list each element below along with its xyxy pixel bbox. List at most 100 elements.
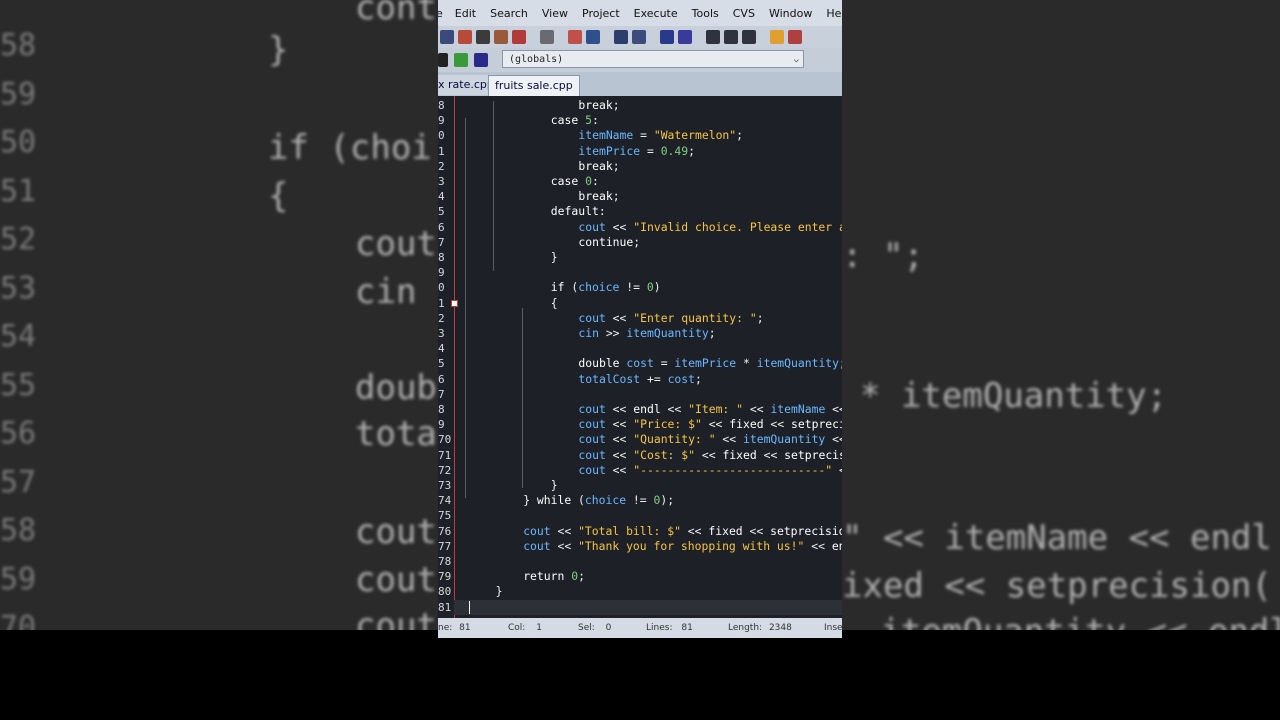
background-line-number: 59 bbox=[0, 561, 37, 597]
indent-guide bbox=[522, 308, 523, 488]
code-text: return 0; bbox=[523, 569, 585, 584]
tab-fruits-sale-cpp[interactable]: fruits sale.cpp bbox=[488, 75, 580, 96]
background-code-right: : "; * itemQuantity; " << itemName << endl… bbox=[842, 0, 1280, 720]
ide-window: e Edit Search View Project Execute Tools CVS Win… bbox=[438, 0, 842, 720]
background-line-number: 59 bbox=[0, 76, 37, 112]
background-line-number: 50 bbox=[0, 125, 37, 160]
line-number: 8 bbox=[438, 403, 445, 416]
background-line-number: 55 bbox=[0, 367, 37, 403]
code-editor[interactable]: 8 break; 9 case 5: 0 itemName = "Watermelon";… bbox=[438, 96, 842, 618]
status-length: Length: 2348 bbox=[728, 623, 792, 633]
compile-icon[interactable] bbox=[770, 30, 784, 44]
line-number: 81 bbox=[438, 600, 452, 614]
background-shadow bbox=[0, 630, 438, 720]
code-text: break; bbox=[578, 98, 620, 112]
run-icon[interactable] bbox=[788, 30, 802, 44]
fold-toggle-icon[interactable] bbox=[451, 299, 458, 307]
code-text: case 5: bbox=[550, 113, 599, 128]
background-line-number: 52 bbox=[0, 222, 37, 257]
background-code-line: doub bbox=[355, 368, 437, 408]
unindent-icon[interactable] bbox=[678, 30, 692, 44]
line-number: 2 bbox=[438, 311, 445, 325]
find-icon[interactable] bbox=[614, 30, 628, 44]
bookmark-forward-icon[interactable] bbox=[724, 30, 738, 44]
menu-item-cvs[interactable]: CVS bbox=[733, 7, 755, 20]
code-text: } bbox=[550, 478, 558, 492]
line-number: 4 bbox=[438, 190, 445, 204]
menu-item-view[interactable]: View bbox=[542, 7, 568, 20]
code-text: cout << "Total bill: $" << fixed << setp… bbox=[523, 523, 842, 538]
status-line: ne: 81 bbox=[438, 623, 471, 633]
code-text: itemPrice = 0.49; bbox=[578, 143, 695, 158]
line-number: 77 bbox=[438, 539, 452, 553]
line-number: 2 bbox=[438, 159, 445, 173]
chevron-down-icon: ⌵ bbox=[793, 55, 799, 65]
code-text: double cost = itemPrice * itemQuantity; bbox=[578, 356, 842, 371]
line-number: 73 bbox=[438, 479, 452, 492]
add-icon[interactable] bbox=[454, 53, 468, 67]
current-line-highlight bbox=[454, 599, 842, 615]
code-text: cin >> itemQuantity; bbox=[578, 326, 716, 340]
code-text: cout << "Invalid choice. Please enter a … bbox=[578, 219, 842, 234]
project-icon[interactable] bbox=[438, 53, 448, 67]
status-lines: Lines: 81 bbox=[646, 623, 693, 633]
close-icon[interactable] bbox=[512, 30, 526, 44]
replace-icon[interactable] bbox=[632, 30, 646, 44]
background-code-line: : "; bbox=[842, 236, 924, 276]
toolbar-separator bbox=[650, 30, 656, 44]
line-number: 7 bbox=[438, 235, 445, 249]
menu-bar: e Edit Search View Project Execute Tools CVS Win… bbox=[438, 0, 842, 26]
background-code-line: if (choi bbox=[268, 128, 432, 168]
line-number: 7 bbox=[438, 387, 445, 401]
line-number: 70 bbox=[438, 433, 452, 447]
background-blur-left: 585950515253545556575859707172cont}if (c… bbox=[0, 0, 438, 720]
background-code-line: cout bbox=[355, 512, 437, 552]
save-icon[interactable] bbox=[476, 30, 490, 44]
background-line-number: 53 bbox=[0, 270, 37, 306]
line-number: 3 bbox=[438, 327, 445, 340]
code-text: break; bbox=[578, 158, 620, 173]
indent-icon[interactable] bbox=[660, 30, 674, 44]
menu-item-e[interactable]: e bbox=[438, 7, 443, 20]
toolbar-separator bbox=[558, 30, 564, 44]
background-code-line: " << itemName << endl bbox=[842, 518, 1272, 558]
line-number: 75 bbox=[438, 509, 452, 523]
status-mode: Inse bbox=[824, 623, 842, 633]
editor-tabs: x rate.cpp fruits sale.cpp bbox=[438, 72, 842, 96]
background-code-line: cout bbox=[355, 560, 437, 600]
save-all-icon[interactable] bbox=[494, 30, 508, 44]
redo-icon[interactable] bbox=[586, 30, 600, 44]
toolbar-separator bbox=[604, 30, 610, 44]
line-number: 6 bbox=[438, 220, 445, 234]
background-code-line: cin bbox=[355, 272, 417, 312]
menu-item-tools[interactable]: Tools bbox=[692, 7, 719, 20]
open-file-icon[interactable] bbox=[458, 30, 472, 44]
goto-line-icon[interactable] bbox=[742, 30, 756, 44]
background-code-line: } bbox=[268, 30, 289, 70]
status-bar: ne: 81 Col: 1 Sel: 0 Lines: 81 Length: 2… bbox=[438, 618, 842, 638]
globals-dropdown[interactable]: (globals) ⌵ bbox=[502, 50, 804, 68]
background-code-left: 585950515253545556575859707172cont}if (c… bbox=[0, 0, 438, 720]
background-blur-right: : "; * itemQuantity; " << itemName << endl… bbox=[842, 0, 1280, 720]
background-line-number: 58 bbox=[0, 28, 37, 63]
code-text: cout << "---------------------------" <<… bbox=[578, 462, 842, 477]
menu-item-execute[interactable]: Execute bbox=[634, 7, 678, 20]
class-icon[interactable] bbox=[474, 53, 488, 67]
line-number: 0 bbox=[438, 281, 445, 295]
line-number: 5 bbox=[438, 357, 445, 371]
menu-item-help[interactable]: Help bbox=[826, 7, 842, 20]
toolbar bbox=[438, 26, 842, 48]
menu-item-search[interactable]: Search bbox=[490, 7, 528, 20]
new-file-icon[interactable] bbox=[440, 30, 454, 44]
background-code-line: * itemQuantity; bbox=[860, 376, 1168, 416]
menu-item-project[interactable]: Project bbox=[582, 7, 620, 20]
code-text: } while (choice != 0); bbox=[523, 493, 675, 508]
print-icon[interactable] bbox=[540, 30, 554, 44]
menu-item-edit[interactable]: Edit bbox=[455, 7, 476, 20]
menu-item-window[interactable]: Window bbox=[769, 7, 812, 20]
toolbar-separator bbox=[760, 30, 766, 44]
line-number: 8 bbox=[438, 251, 445, 264]
bookmark-back-icon[interactable] bbox=[706, 30, 720, 44]
background-code-line: { bbox=[268, 176, 289, 216]
undo-icon[interactable] bbox=[568, 30, 582, 44]
